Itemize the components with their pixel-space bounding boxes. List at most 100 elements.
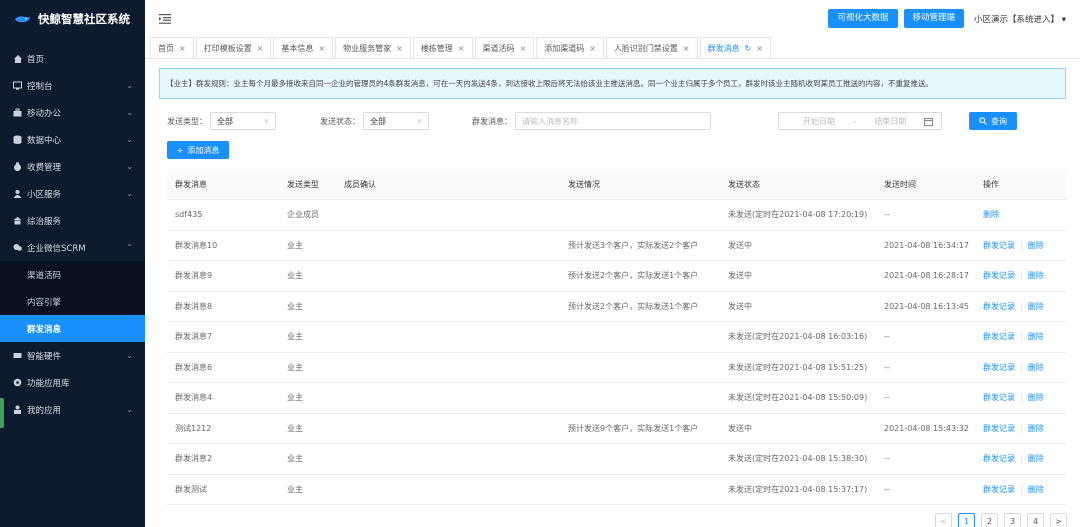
delete-link[interactable]: 删除: [1028, 270, 1044, 281]
sidebar-item[interactable]: 首页: [0, 45, 145, 72]
delete-link[interactable]: 删除: [1028, 484, 1044, 495]
sidebar-subitem[interactable]: 群发消息: [0, 315, 145, 342]
message-name-cell: 群发消息7: [175, 332, 213, 342]
page-button[interactable]: 1: [958, 513, 975, 527]
tab[interactable]: 打印模板设置 ×: [195, 37, 272, 58]
tab[interactable]: 渠道活码 ×: [474, 37, 535, 58]
delete-link[interactable]: 删除: [1028, 362, 1044, 373]
close-icon[interactable]: ×: [589, 44, 596, 53]
sidebar-item[interactable]: 小区服务 ⌄: [0, 180, 145, 207]
column-header: 操作: [983, 180, 999, 189]
menu-toggle-icon[interactable]: [159, 13, 171, 24]
sidebar-subitem[interactable]: 内容引擎: [0, 288, 145, 315]
sidebar-subitem[interactable]: 渠道活码: [0, 261, 145, 288]
send-record-link[interactable]: 群发记录: [983, 240, 1015, 251]
tab[interactable]: 楼栋管理 ×: [412, 37, 473, 58]
table-row: sdf435 企业成员 未发送(定时在2021-04-08 17:20:19) -- 删…: [167, 200, 1066, 231]
app-title: 快鲸智慧社区系统: [38, 11, 130, 26]
send-record-link[interactable]: 群发记录: [983, 453, 1015, 464]
send-status-cell: 发送中: [728, 423, 752, 433]
chevron-icon: ⌄: [126, 189, 133, 198]
tab[interactable]: 物业服务管家 ×: [335, 37, 411, 58]
send-type-select[interactable]: 全部 ∨: [210, 112, 276, 130]
chevron-icon: ⌃: [126, 243, 133, 252]
prev-page-button[interactable]: <: [935, 513, 952, 527]
page-button[interactable]: 3: [1004, 513, 1021, 527]
close-icon[interactable]: ×: [683, 44, 690, 53]
search-button-label: 查询: [991, 116, 1007, 126]
sidebar-item[interactable]: 数据中心 ⌄: [0, 126, 145, 153]
actions-cell: 群发记录 | 删除: [983, 261, 1044, 291]
delete-link[interactable]: 删除: [1028, 423, 1044, 434]
send-status-cell: 发送中: [728, 301, 752, 311]
refresh-icon[interactable]: ↻: [745, 44, 752, 53]
table-row: 群发消息8 业主 预计发送2个客户，实际发送1个客户 发送中 2021-04-08 16…: [167, 292, 1066, 322]
send-record-link[interactable]: 群发记录: [983, 392, 1015, 403]
tab[interactable]: 人脸识别门禁设置 ×: [605, 37, 698, 58]
send-record-link[interactable]: 群发记录: [983, 331, 1015, 342]
delete-link[interactable]: 删除: [1028, 331, 1044, 342]
actions-cell: 删除: [983, 200, 999, 230]
message-search-input[interactable]: 请输入消息名称: [515, 112, 711, 130]
send-record-link[interactable]: 群发记录: [983, 484, 1015, 495]
sidebar-item[interactable]: 综治服务: [0, 207, 145, 234]
tab[interactable]: 群发消息 ↻ ×: [699, 37, 772, 58]
sidebar-item[interactable]: 收费管理 ⌄: [0, 153, 145, 180]
app-library-icon: [13, 378, 22, 387]
sidebar: 快鲸智慧社区系统 首页 控制台 ⌄ 移动办公 ⌄ 数据中心 ⌄ 收费管理 ⌄ 小区服务 ⌄ 综治服务企…: [0, 0, 145, 527]
delete-link[interactable]: 删除: [1028, 240, 1044, 251]
send-record-link[interactable]: 群发记录: [983, 301, 1015, 312]
sidebar-item[interactable]: 移动办公 ⌄: [0, 99, 145, 126]
column-header: 群发消息: [175, 180, 207, 189]
sidebar-item[interactable]: 智能硬件 ⌄: [0, 342, 145, 369]
mobile-admin-button[interactable]: 移动管理端: [903, 9, 965, 28]
send-record-link[interactable]: 群发记录: [983, 362, 1015, 373]
add-message-button[interactable]: + 添加消息: [167, 141, 229, 159]
send-type-cell: 业主: [287, 240, 303, 250]
actions-cell: 群发记录 | 删除: [983, 292, 1044, 322]
search-button[interactable]: 查询: [969, 112, 1017, 130]
sidebar-item[interactable]: 功能应用库: [0, 369, 145, 396]
send-record-link[interactable]: 群发记录: [983, 423, 1015, 434]
send-status-select[interactable]: 全部 ∨: [363, 112, 429, 130]
chevron-icon: ⌄: [126, 108, 133, 117]
close-icon[interactable]: ×: [458, 44, 465, 53]
sidebar-item[interactable]: 我的应用 ⌄: [0, 396, 145, 423]
send-type-cell: 业主: [287, 423, 303, 433]
send-status-cell: 发送中: [728, 240, 752, 250]
delete-link[interactable]: 删除: [1028, 392, 1044, 403]
send-record-link[interactable]: 群发记录: [983, 270, 1015, 281]
send-situation-cell: 预计发送2个客户，实际发送1个客户: [568, 301, 699, 311]
chevron-icon: ⌄: [126, 162, 133, 171]
close-icon[interactable]: ×: [179, 44, 186, 53]
tab-label: 人脸识别门禁设置: [613, 43, 678, 53]
search-icon: [979, 117, 987, 125]
next-page-button[interactable]: >: [1050, 513, 1067, 527]
app-logo[interactable]: 快鲸智慧社区系统: [0, 0, 145, 37]
send-type-cell: 业主: [287, 454, 303, 464]
sidebar-item[interactable]: 企业微信SCRM ⌃: [0, 234, 145, 261]
send-type-cell: 业主: [287, 271, 303, 281]
sidebar-subitem-label: 渠道活码: [27, 270, 62, 281]
user-menu[interactable]: 小区演示【系统进入】 ▾: [974, 13, 1066, 25]
sidebar-item[interactable]: 控制台 ⌄: [0, 72, 145, 99]
send-status-cell: 未发送(定时在2021-04-08 15:50:09): [728, 393, 868, 403]
delete-link[interactable]: 删除: [983, 209, 999, 220]
send-type-cell: 业主: [287, 393, 303, 403]
date-range-filter: 开始日期 – 结束日期: [778, 112, 942, 130]
date-range-picker[interactable]: 开始日期 – 结束日期: [778, 112, 942, 130]
tab[interactable]: 基本信息 ×: [273, 37, 334, 58]
close-icon[interactable]: ×: [318, 44, 325, 53]
close-icon[interactable]: ×: [520, 44, 527, 53]
close-icon[interactable]: ×: [756, 44, 763, 53]
page-button[interactable]: 2: [981, 513, 998, 527]
delete-link[interactable]: 删除: [1028, 301, 1044, 312]
column-header: 发送状态: [728, 180, 760, 189]
close-icon[interactable]: ×: [257, 44, 264, 53]
tab[interactable]: 添加渠道码 ×: [536, 37, 604, 58]
delete-link[interactable]: 删除: [1028, 453, 1044, 464]
bigdata-button[interactable]: 可视化大数据: [828, 9, 898, 28]
page-button[interactable]: 4: [1027, 513, 1044, 527]
close-icon[interactable]: ×: [396, 44, 403, 53]
tab[interactable]: 首页 ×: [150, 37, 194, 58]
